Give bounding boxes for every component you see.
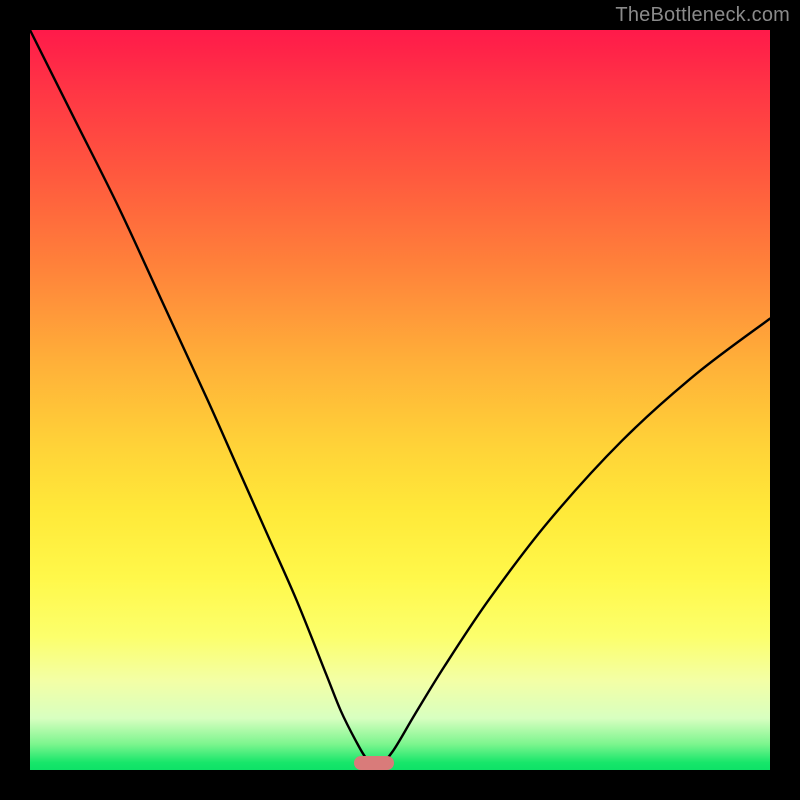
chart-frame: TheBottleneck.com: [0, 0, 800, 800]
optimal-marker: [354, 756, 394, 770]
curve-layer: [30, 30, 770, 770]
bottleneck-curve: [30, 30, 770, 767]
plot-area: [30, 30, 770, 770]
watermark-text: TheBottleneck.com: [615, 4, 790, 27]
